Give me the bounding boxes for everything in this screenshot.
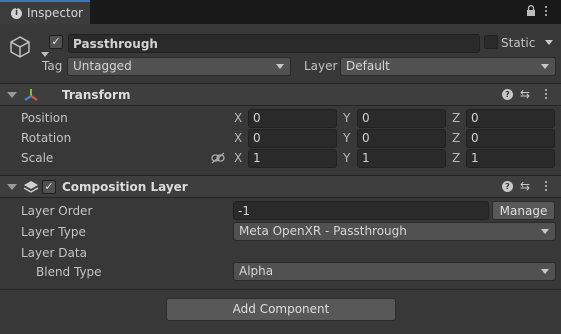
constrain-proportions-icon[interactable] xyxy=(211,152,225,167)
composition-layer-title: Composition Layer xyxy=(62,180,188,194)
position-y-field[interactable]: 0 xyxy=(357,109,446,128)
inspector-tab-label: Inspector xyxy=(27,6,83,20)
chevron-down-icon xyxy=(276,64,284,69)
layer-type-dropdown[interactable]: Meta OpenXR - Passthrough xyxy=(233,222,556,241)
rotation-label: Rotation xyxy=(21,131,72,145)
help-icon[interactable]: ? xyxy=(502,181,513,192)
composition-layer-foldout-icon[interactable] xyxy=(7,184,17,190)
layer-type-value: Meta OpenXR - Passthrough xyxy=(239,224,407,238)
divider xyxy=(0,105,561,106)
gameobject-name-field[interactable]: Passthrough xyxy=(68,34,480,53)
position-x-field[interactable]: 0 xyxy=(248,109,337,128)
axis-x-label[interactable]: X xyxy=(234,130,242,146)
presets-icon[interactable]: ⇆ xyxy=(520,179,530,193)
kebab-menu-icon[interactable] xyxy=(545,6,548,18)
scale-y-field[interactable]: 1 xyxy=(357,149,446,168)
static-label: Static xyxy=(501,36,536,50)
blend-type-label: Blend Type xyxy=(36,265,102,279)
transform-title: Transform xyxy=(62,88,131,102)
kebab-menu-icon[interactable] xyxy=(545,89,548,101)
rotation-z-field[interactable]: 0 xyxy=(466,129,555,148)
rotation-y-field[interactable]: 0 xyxy=(357,129,446,148)
add-component-button[interactable]: Add Component xyxy=(166,298,396,321)
static-checkbox[interactable] xyxy=(484,35,498,49)
lock-icon[interactable] xyxy=(526,5,536,20)
chevron-down-icon xyxy=(541,229,549,234)
blend-type-dropdown[interactable]: Alpha xyxy=(233,262,556,281)
position-z-field[interactable]: 0 xyxy=(466,109,555,128)
axis-x-label[interactable]: X xyxy=(234,150,242,166)
kebab-menu-icon[interactable] xyxy=(545,181,548,193)
axis-z-label[interactable]: Z xyxy=(452,150,460,166)
axis-y-label[interactable]: Y xyxy=(343,110,350,126)
chevron-down-icon xyxy=(541,64,549,69)
scale-z-field[interactable]: 1 xyxy=(466,149,555,168)
layer-label: Layer xyxy=(304,59,338,73)
axis-z-label[interactable]: Z xyxy=(452,130,460,146)
help-icon[interactable]: ? xyxy=(502,89,513,100)
axis-z-label[interactable]: Z xyxy=(452,110,460,126)
axis-x-label[interactable]: X xyxy=(234,110,242,126)
layer-order-label: Layer Order xyxy=(21,204,93,218)
scale-label: Scale xyxy=(21,151,54,165)
position-label: Position xyxy=(21,111,68,125)
manage-button[interactable]: Manage xyxy=(492,201,555,220)
layer-order-field[interactable]: -1 xyxy=(233,201,489,220)
icon-picker-caret-icon[interactable] xyxy=(41,52,49,57)
layer-data-label: Layer Data xyxy=(21,246,87,260)
layers-icon xyxy=(23,180,39,197)
transform-axes-icon xyxy=(23,87,39,106)
info-icon: i xyxy=(11,8,22,19)
tag-value: Untagged xyxy=(73,59,132,73)
presets-icon[interactable]: ⇆ xyxy=(520,87,530,101)
rotation-x-field[interactable]: 0 xyxy=(248,129,337,148)
cube-icon xyxy=(8,35,32,62)
axis-y-label[interactable]: Y xyxy=(343,130,350,146)
tag-label: Tag xyxy=(42,59,63,73)
divider xyxy=(0,289,561,290)
active-checkbox[interactable]: ✓ xyxy=(49,35,63,49)
axis-y-label[interactable]: Y xyxy=(343,150,350,166)
chevron-down-icon xyxy=(541,269,549,274)
divider xyxy=(0,197,561,198)
static-dropdown-icon[interactable] xyxy=(545,40,553,45)
layer-type-label: Layer Type xyxy=(21,225,86,239)
inspector-tab[interactable]: i Inspector xyxy=(0,0,90,24)
composition-layer-enabled-checkbox[interactable]: ✓ xyxy=(42,180,56,194)
layer-dropdown[interactable]: Default xyxy=(340,57,556,76)
tag-dropdown[interactable]: Untagged xyxy=(67,57,291,76)
blend-type-value: Alpha xyxy=(239,264,274,278)
scale-x-field[interactable]: 1 xyxy=(248,149,337,168)
transform-foldout-icon[interactable] xyxy=(7,92,17,98)
layer-value: Default xyxy=(346,59,390,73)
